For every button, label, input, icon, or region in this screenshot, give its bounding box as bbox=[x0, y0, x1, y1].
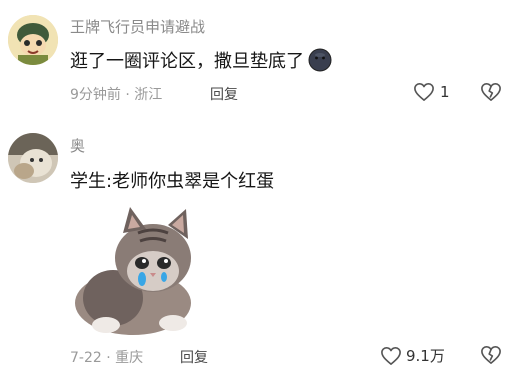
avatar-image bbox=[8, 133, 58, 183]
avatar-image bbox=[8, 15, 58, 65]
heart-outline-icon bbox=[380, 346, 402, 366]
dislike-button[interactable] bbox=[480, 82, 502, 102]
comment-text: 逛了一圈评论区，撒旦垫底了 bbox=[70, 51, 304, 72]
reply-button[interactable]: 回复 bbox=[180, 347, 208, 367]
dislike-button[interactable] bbox=[480, 345, 502, 365]
dark-face-emoji-icon bbox=[308, 48, 332, 72]
avatar[interactable] bbox=[8, 133, 58, 183]
avatar[interactable] bbox=[8, 15, 58, 65]
like-button[interactable]: 9.1万 bbox=[380, 345, 445, 366]
like-count: 1 bbox=[440, 83, 450, 101]
comment-username[interactable]: 王牌飞行员申请避战 bbox=[70, 16, 205, 37]
comment-body: 逛了一圈评论区，撒旦垫底了 bbox=[70, 47, 332, 73]
like-button[interactable]: 1 bbox=[413, 82, 450, 102]
comment-username[interactable]: 奥 bbox=[70, 135, 85, 156]
broken-heart-icon bbox=[480, 82, 502, 102]
comment-meta: 7-22 · 重庆 bbox=[70, 350, 144, 366]
comment-text: 学生:老师你虫翠是个红蛋 bbox=[70, 171, 275, 192]
heart-outline-icon bbox=[413, 82, 435, 102]
broken-heart-icon bbox=[480, 345, 502, 365]
crying-kitten-sticker[interactable] bbox=[68, 203, 208, 335]
like-count: 9.1万 bbox=[406, 347, 445, 365]
comment-meta: 9分钟前 · 浙江 bbox=[70, 87, 163, 103]
reply-button[interactable]: 回复 bbox=[210, 84, 238, 104]
